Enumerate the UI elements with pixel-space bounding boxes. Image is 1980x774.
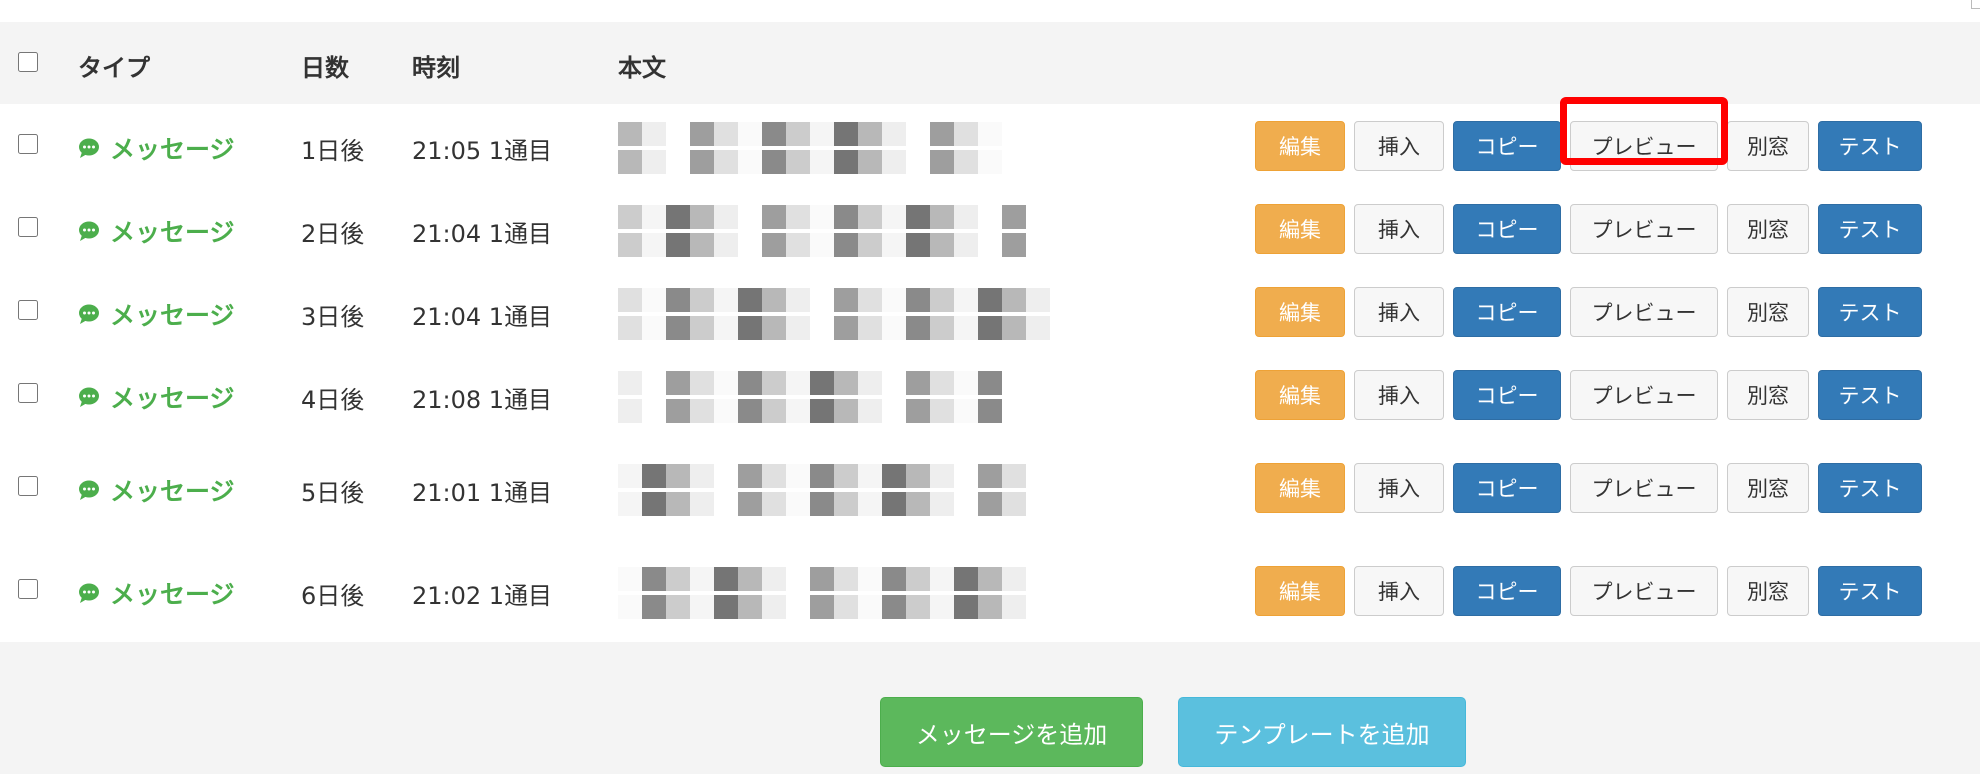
type-cell: メッセージ [78, 130, 235, 166]
preview-button[interactable]: プレビュー [1570, 566, 1718, 616]
preview-button[interactable]: プレビュー [1570, 370, 1718, 420]
edit-button[interactable]: 編集 [1255, 370, 1345, 420]
type-label[interactable]: メッセージ [110, 472, 235, 508]
row-checkbox[interactable] [18, 383, 38, 403]
time-cell: 21:02 1通目 [412, 582, 553, 610]
insert-button[interactable]: 挿入 [1354, 566, 1444, 616]
header-type: タイプ [78, 54, 150, 82]
body-preview-redacted [618, 122, 1118, 178]
insert-button[interactable]: 挿入 [1354, 287, 1444, 337]
days-cell: 6日後 [301, 582, 365, 610]
insert-button[interactable]: 挿入 [1354, 463, 1444, 513]
edit-button[interactable]: 編集 [1255, 463, 1345, 513]
preview-button[interactable]: プレビュー [1570, 463, 1718, 513]
days-cell: 1日後 [301, 137, 365, 165]
corner-mark [1971, 0, 1980, 9]
test-button[interactable]: テスト [1818, 121, 1922, 171]
type-label[interactable]: メッセージ [110, 130, 235, 166]
time-cell: 21:05 1通目 [412, 137, 553, 165]
edit-button[interactable]: 編集 [1255, 204, 1345, 254]
edit-button[interactable]: 編集 [1255, 566, 1345, 616]
time-cell: 21:01 1通目 [412, 479, 553, 507]
row-checkbox[interactable] [18, 217, 38, 237]
body-preview-redacted [618, 567, 1118, 623]
body-preview-redacted [618, 464, 1118, 520]
header-body: 本文 [618, 54, 666, 82]
table-row: メッセージ 2日後 21:04 1通目 編集 挿入 コピー プレビュー 別窓 テスト [0, 187, 1980, 272]
preview-button[interactable]: プレビュー [1570, 204, 1718, 254]
header-days: 日数 [301, 54, 349, 82]
chat-bubble-icon [79, 138, 99, 158]
test-button[interactable]: テスト [1818, 463, 1922, 513]
body-preview-redacted [618, 288, 1118, 344]
type-cell: メッセージ [78, 379, 235, 415]
test-button[interactable]: テスト [1818, 287, 1922, 337]
row-checkbox[interactable] [18, 300, 38, 320]
chat-bubble-icon [79, 304, 99, 324]
copy-button[interactable]: コピー [1453, 463, 1561, 513]
chat-bubble-icon [79, 480, 99, 500]
time-cell: 21:04 1通目 [412, 303, 553, 331]
body-preview-redacted [618, 371, 1118, 427]
days-cell: 2日後 [301, 220, 365, 248]
new-window-button[interactable]: 別窓 [1727, 463, 1809, 513]
row-checkbox[interactable] [18, 134, 38, 154]
edit-button[interactable]: 編集 [1255, 287, 1345, 337]
type-label[interactable]: メッセージ [110, 575, 235, 611]
new-window-button[interactable]: 別窓 [1727, 121, 1809, 171]
new-window-button[interactable]: 別窓 [1727, 370, 1809, 420]
header-time: 時刻 [412, 54, 460, 82]
insert-button[interactable]: 挿入 [1354, 121, 1444, 171]
body-preview-redacted [618, 205, 1118, 261]
copy-button[interactable]: コピー [1453, 566, 1561, 616]
table-row: メッセージ 4日後 21:08 1通目 編集 挿入 コピー プレビュー 別窓 テスト [0, 353, 1980, 438]
chat-bubble-icon [79, 387, 99, 407]
new-window-button[interactable]: 別窓 [1727, 287, 1809, 337]
copy-button[interactable]: コピー [1453, 204, 1561, 254]
new-window-button[interactable]: 別窓 [1727, 566, 1809, 616]
table-footer: メッセージを追加 テンプレートを追加 [0, 642, 1980, 774]
type-label[interactable]: メッセージ [110, 296, 235, 332]
table-row: メッセージ 1日後 21:05 1通目 編集 挿入 コピー プレビュー 別窓 テスト [0, 104, 1980, 189]
table-row: メッセージ 5日後 21:01 1通目 編集 挿入 コピー プレビュー 別窓 テスト [0, 436, 1980, 541]
new-window-button[interactable]: 別窓 [1727, 204, 1809, 254]
type-label[interactable]: メッセージ [110, 379, 235, 415]
insert-button[interactable]: 挿入 [1354, 204, 1444, 254]
add-message-button[interactable]: メッセージを追加 [880, 697, 1143, 767]
test-button[interactable]: テスト [1818, 566, 1922, 616]
row-checkbox[interactable] [18, 579, 38, 599]
time-cell: 21:04 1通目 [412, 220, 553, 248]
type-cell: メッセージ [78, 575, 235, 611]
copy-button[interactable]: コピー [1453, 370, 1561, 420]
type-label[interactable]: メッセージ [110, 213, 235, 249]
add-template-button[interactable]: テンプレートを追加 [1178, 697, 1466, 767]
chat-bubble-icon [79, 583, 99, 603]
copy-button[interactable]: コピー [1453, 121, 1561, 171]
preview-button[interactable]: プレビュー [1570, 121, 1718, 171]
days-cell: 5日後 [301, 479, 365, 507]
type-cell: メッセージ [78, 472, 235, 508]
table-header: タイプ 日数 時刻 本文 [0, 22, 1980, 104]
table-row: メッセージ 6日後 21:02 1通目 編集 挿入 コピー プレビュー 別窓 テスト [0, 539, 1980, 644]
time-cell: 21:08 1通目 [412, 386, 553, 414]
chat-bubble-icon [79, 221, 99, 241]
select-all-checkbox[interactable] [18, 52, 38, 72]
type-cell: メッセージ [78, 213, 235, 249]
days-cell: 4日後 [301, 386, 365, 414]
table-row: メッセージ 3日後 21:04 1通目 編集 挿入 コピー プレビュー 別窓 テスト [0, 270, 1980, 355]
preview-button[interactable]: プレビュー [1570, 287, 1718, 337]
row-checkbox[interactable] [18, 476, 38, 496]
test-button[interactable]: テスト [1818, 204, 1922, 254]
days-cell: 3日後 [301, 303, 365, 331]
type-cell: メッセージ [78, 296, 235, 332]
test-button[interactable]: テスト [1818, 370, 1922, 420]
insert-button[interactable]: 挿入 [1354, 370, 1444, 420]
edit-button[interactable]: 編集 [1255, 121, 1345, 171]
copy-button[interactable]: コピー [1453, 287, 1561, 337]
step-message-table: タイプ 日数 時刻 本文 メッセージ 1日後 21:05 1通目 編集 挿入 コピー プレビ… [0, 22, 1980, 774]
